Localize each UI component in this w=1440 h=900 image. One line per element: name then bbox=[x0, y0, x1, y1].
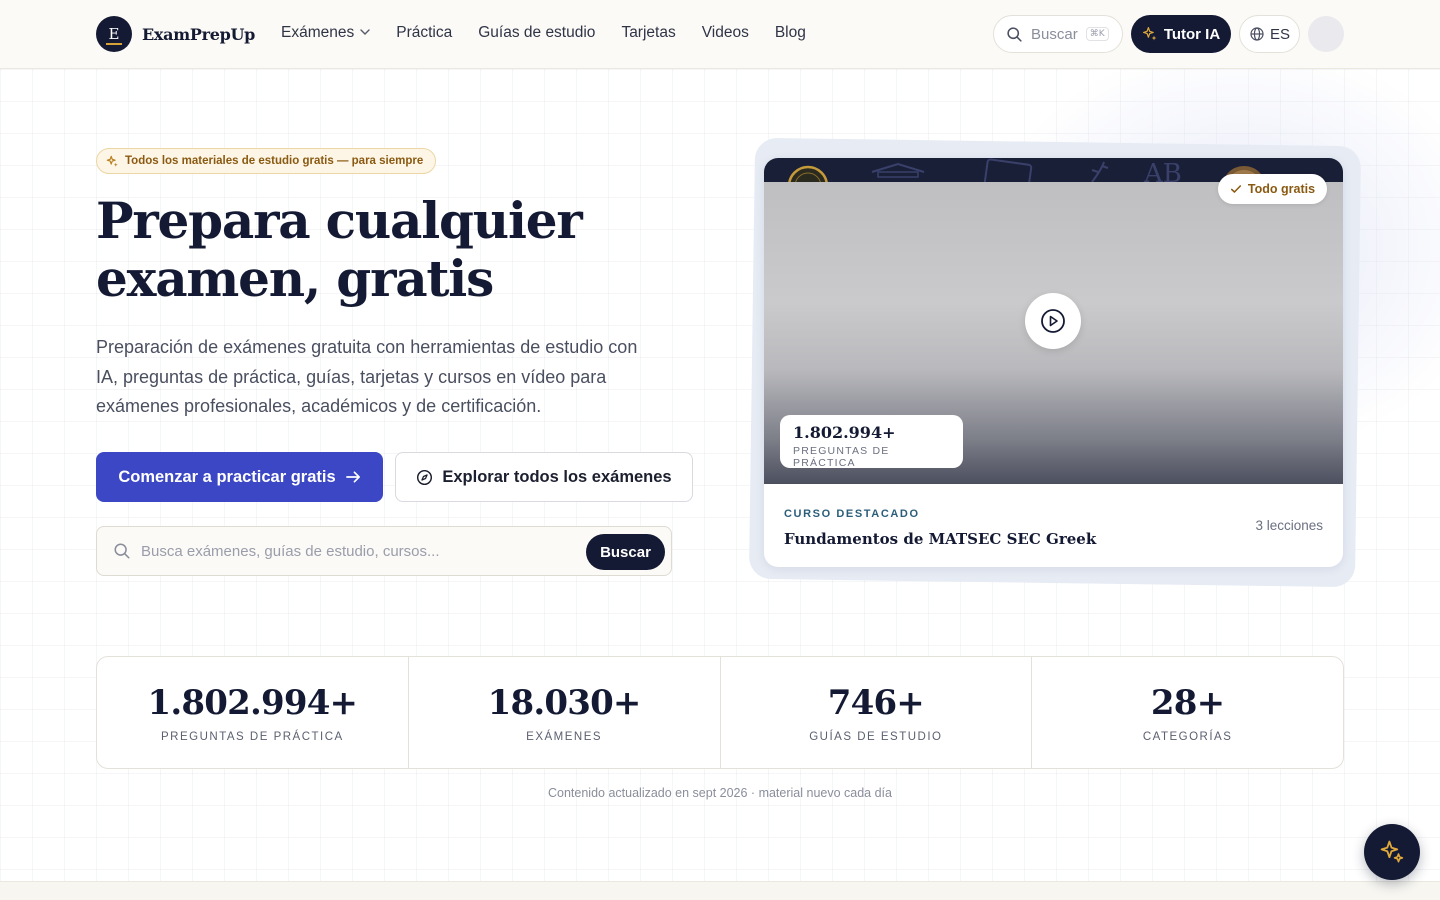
globe-icon bbox=[1249, 26, 1265, 42]
all-free-label: Todo gratis bbox=[1247, 182, 1316, 196]
brand-name: ExamPrepUp bbox=[142, 24, 256, 44]
top-navbar: E ExamPrepUp Exámenes Práctica Guías de … bbox=[0, 0, 1440, 69]
sparkle-icon bbox=[1142, 26, 1158, 42]
start-practicing-label: Comenzar a practicar gratis bbox=[118, 467, 336, 486]
next-section-edge bbox=[0, 881, 1440, 900]
brand-logo[interactable]: E ExamPrepUp bbox=[96, 16, 255, 52]
search-icon bbox=[1006, 26, 1023, 43]
stat-label: PREGUNTAS DE PRÁCTICA bbox=[161, 731, 344, 743]
nav-search-button[interactable]: Buscar ⌘K bbox=[993, 15, 1123, 53]
practice-questions-pill: 1.802.994+ PREGUNTAS DE PRÁCTICA bbox=[780, 415, 963, 469]
featured-course-card[interactable]: AB 1.802.994+ PREGUNTAS DE PRÁCTICA Todo… bbox=[764, 158, 1343, 567]
sparkle-icon bbox=[1379, 839, 1405, 865]
nav-item-tarjetas[interactable]: Tarjetas bbox=[621, 24, 675, 42]
badge-text: Todos los materiales de estudio gratis —… bbox=[125, 155, 424, 167]
explore-exams-label: Explorar todos los exámenes bbox=[442, 467, 672, 486]
nav-item-practica[interactable]: Práctica bbox=[396, 24, 452, 42]
nav-item-examenes[interactable]: Exámenes bbox=[281, 24, 370, 42]
nav-item-videos[interactable]: Videos bbox=[702, 24, 749, 42]
play-video-button[interactable] bbox=[1025, 293, 1081, 349]
svg-text:AB: AB bbox=[1143, 159, 1182, 182]
nav-search-label: Buscar bbox=[1031, 25, 1078, 43]
start-practicing-button[interactable]: Comenzar a practicar gratis bbox=[96, 452, 383, 502]
ai-tutor-button[interactable]: Tutor IA bbox=[1131, 15, 1231, 53]
lesson-count: 3 lecciones bbox=[1255, 518, 1323, 533]
course-video-thumbnail[interactable]: 1.802.994+ PREGUNTAS DE PRÁCTICA bbox=[764, 182, 1343, 484]
search-icon bbox=[113, 542, 131, 560]
stat-value: 28+ bbox=[1150, 683, 1225, 723]
language-label: ES bbox=[1269, 25, 1290, 43]
keyboard-shortcut-hint: ⌘K bbox=[1085, 27, 1109, 41]
hero-search-input[interactable] bbox=[141, 542, 571, 560]
hero-title-line2: examen, gratis bbox=[96, 249, 494, 308]
arrow-right-icon bbox=[345, 470, 361, 484]
logo-initial: E bbox=[108, 25, 120, 43]
free-materials-badge: Todos los materiales de estudio gratis —… bbox=[96, 148, 436, 174]
stat-label: EXÁMENES bbox=[526, 731, 603, 743]
chevron-down-icon bbox=[360, 27, 370, 38]
language-selector[interactable]: ES bbox=[1239, 15, 1300, 53]
ai-assistant-fab[interactable] bbox=[1364, 824, 1420, 880]
stats-bar: 1.802.994+ PREGUNTAS DE PRÁCTICA 18.030+… bbox=[96, 656, 1344, 769]
main-nav: Exámenes Práctica Guías de estudio Tarje… bbox=[281, 24, 806, 42]
explore-exams-button[interactable]: Explorar todos los exámenes bbox=[395, 452, 693, 502]
featured-course-eyebrow: CURSO DESTACADO bbox=[784, 508, 920, 520]
play-icon bbox=[1040, 308, 1066, 334]
logo-mark: E bbox=[96, 16, 132, 52]
stat-value: 1.802.994+ bbox=[147, 683, 358, 723]
stat-value: 18.030+ bbox=[487, 683, 642, 723]
pill-stat-label: PREGUNTAS DE PRÁCTICA bbox=[793, 445, 890, 469]
stat-practice-questions: 1.802.994+ PREGUNTAS DE PRÁCTICA bbox=[97, 657, 409, 768]
stat-label: CATEGORÍAS bbox=[1142, 731, 1233, 743]
content-updated-note: Contenido actualizado en sept 2026 · mat… bbox=[548, 786, 892, 800]
stat-exams: 18.030+ EXÁMENES bbox=[409, 657, 721, 768]
hero-subtitle: Preparación de exámenes gratuita con her… bbox=[96, 337, 638, 416]
stat-label: GUÍAS DE ESTUDIO bbox=[809, 731, 943, 743]
hero-title: Prepara cualquier examen, gratis bbox=[96, 192, 716, 308]
stat-categories: 28+ CATEGORÍAS bbox=[1032, 657, 1343, 768]
ai-tutor-label: Tutor IA bbox=[1163, 25, 1221, 43]
stat-study-guides: 746+ GUÍAS DE ESTUDIO bbox=[721, 657, 1033, 768]
user-avatar[interactable] bbox=[1308, 16, 1344, 52]
compass-icon bbox=[416, 469, 433, 486]
pill-stat-value: 1.802.994+ bbox=[793, 423, 896, 442]
hero-search-button[interactable]: Buscar bbox=[586, 534, 665, 570]
featured-course-title[interactable]: Fundamentos de MATSEC SEC Greek bbox=[784, 530, 1096, 548]
hero-search-bar: Buscar bbox=[96, 526, 672, 576]
all-free-badge: Todo gratis bbox=[1218, 174, 1327, 204]
nav-item-label: Exámenes bbox=[281, 24, 355, 41]
sparkle-icon bbox=[106, 155, 119, 168]
hero-title-line1: Prepara cualquier bbox=[96, 191, 583, 250]
nav-item-blog[interactable]: Blog bbox=[775, 24, 806, 42]
nav-item-guias[interactable]: Guías de estudio bbox=[478, 24, 595, 42]
stat-value: 746+ bbox=[827, 683, 925, 723]
check-icon bbox=[1230, 183, 1242, 195]
